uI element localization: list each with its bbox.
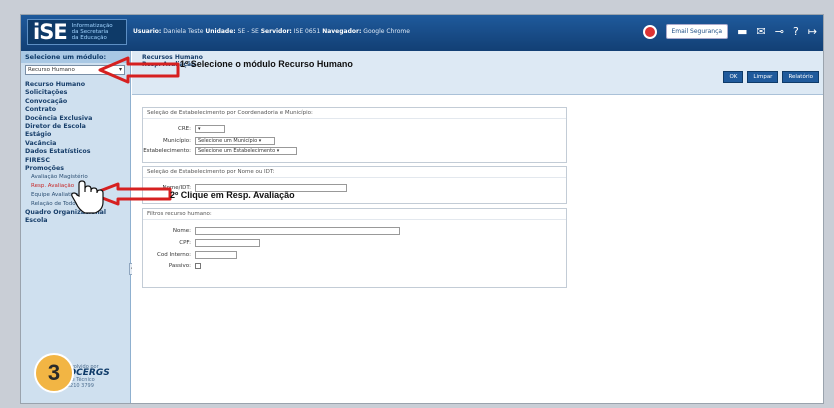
step1-callout: 1º Selecione o módulo Recurso Humano xyxy=(180,59,353,69)
step2-callout: 2º Clique em Resp. Avaliação xyxy=(170,190,295,200)
step2-arrow xyxy=(90,182,172,206)
step1-arrow xyxy=(98,56,180,84)
hand-cursor-icon xyxy=(71,180,104,214)
annotation-arrows xyxy=(71,56,180,214)
